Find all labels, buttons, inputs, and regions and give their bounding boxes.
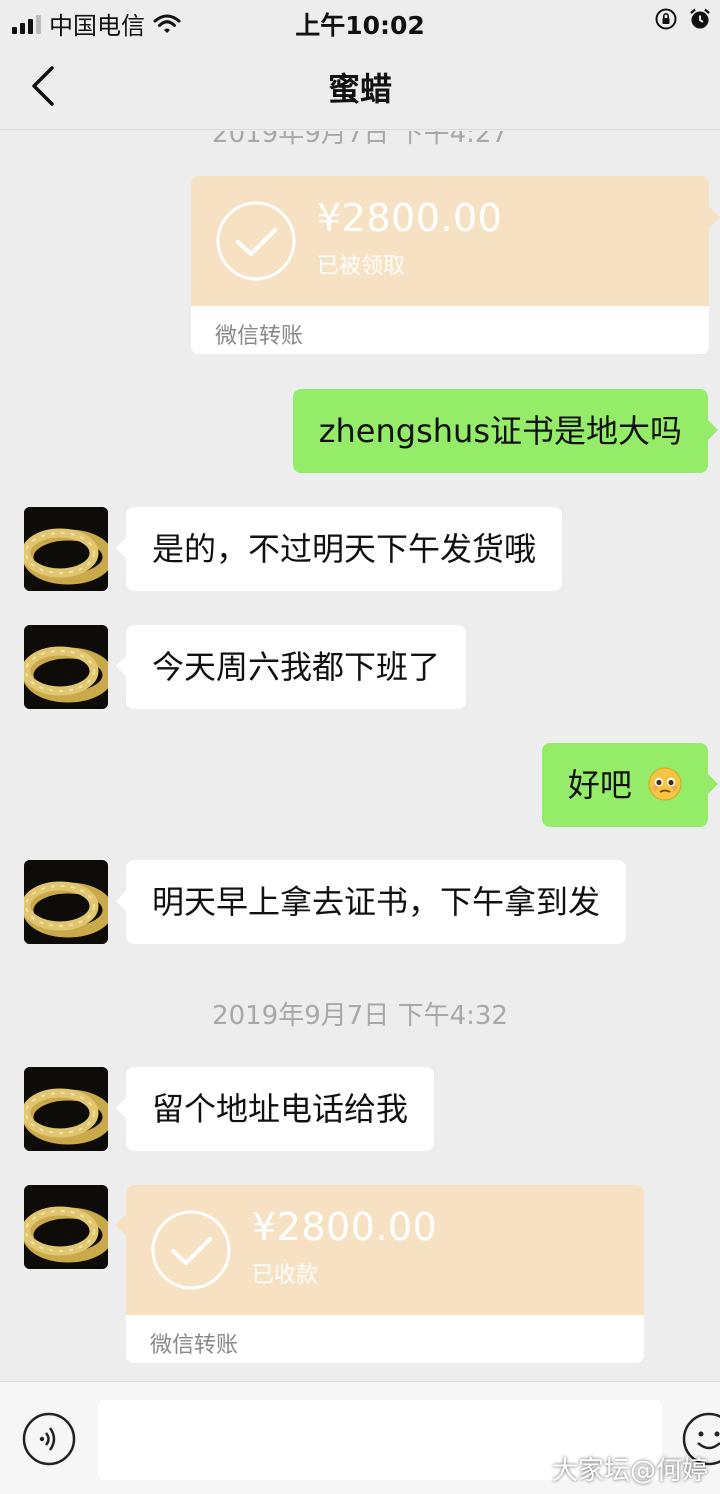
pleading-face-icon: [648, 767, 682, 801]
status-bar: 中国电信 上午10:02: [0, 0, 720, 42]
message-text: 留个地址电话给我: [152, 1090, 409, 1128]
transfer-footer-label: 微信转账: [215, 324, 304, 349]
timestamp: 2019年9月7日 下午4:32: [212, 1001, 508, 1031]
message-text: 明天早上拿去证书，下午拿到发: [152, 883, 601, 921]
bubble-tail: [115, 1214, 126, 1236]
message-text: zhengshus证书是地大吗: [318, 412, 682, 450]
contact-avatar[interactable]: [24, 507, 108, 591]
amber-bangle-image: [24, 625, 108, 709]
watermark-text: 大家坛@何婷: [551, 1456, 708, 1486]
message-text: 今天周六我都下班了: [152, 648, 441, 686]
alarm-icon: [690, 8, 710, 29]
check-circle-icon: [216, 201, 296, 281]
chat-title: 蜜蜡: [327, 70, 392, 108]
message-text: 好吧: [567, 766, 632, 804]
amber-bangle-image: [24, 1185, 108, 1269]
transfer-card-received[interactable]: ¥2800.00 已收款 微信转账: [126, 1185, 644, 1363]
contact-avatar[interactable]: [24, 860, 108, 944]
transfer-status: 已收款: [252, 1263, 319, 1288]
message-bubble-outgoing[interactable]: 好吧: [541, 743, 719, 827]
check-circle-icon: [151, 1210, 231, 1290]
timestamp: 2019年9月7日 下午4:27: [212, 131, 508, 149]
message-bubble-outgoing[interactable]: zhengshus证书是地大吗: [292, 389, 719, 473]
status-right: [654, 7, 712, 31]
message-bubble-incoming[interactable]: 是的，不过明天下午发货哦: [115, 507, 563, 591]
contact-avatar[interactable]: [24, 1185, 108, 1269]
back-chevron-icon[interactable]: [24, 64, 64, 108]
contact-avatar[interactable]: [24, 1067, 108, 1151]
bubble-tail: [709, 206, 720, 228]
contact-avatar[interactable]: [24, 625, 108, 709]
transfer-card-sent[interactable]: ¥2800.00 已被领取 微信转账: [191, 176, 709, 354]
message-text: 是的，不过明天下午发货哦: [152, 530, 537, 568]
message-bubble-incoming[interactable]: 明天早上拿去证书，下午拿到发: [115, 860, 627, 944]
transfer-amount: ¥2800.00: [252, 1205, 438, 1249]
amber-bangle-image: [24, 860, 108, 944]
amber-bangle-image: [24, 507, 108, 591]
voice-input-icon[interactable]: [22, 1412, 76, 1466]
message-bubble-incoming[interactable]: 留个地址电话给我: [115, 1067, 435, 1151]
chat-area[interactable]: 2019年9月7日 下午4:27 ¥2800.00 已被领取 微信转账 zhen…: [0, 131, 720, 1381]
transfer-footer-label: 微信转账: [150, 1333, 239, 1358]
transfer-amount: ¥2800.00: [317, 196, 503, 240]
transfer-status: 已被领取: [317, 254, 406, 279]
orientation-lock-icon: [655, 8, 677, 30]
message-bubble-incoming[interactable]: 今天周六我都下班了: [115, 625, 467, 709]
amber-bangle-image: [24, 1067, 108, 1151]
status-time: 上午10:02: [295, 11, 425, 40]
nav-bar: 蜜蜡: [0, 42, 720, 130]
